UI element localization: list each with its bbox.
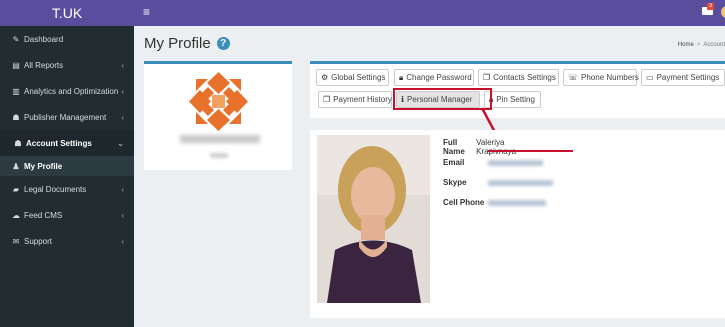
chevron-left-icon: ‹ (121, 112, 124, 122)
sidebar-item-label: All Reports (24, 60, 64, 70)
lock-icon: 🔒︎ (399, 72, 404, 82)
copy-icon: ❐ (483, 73, 491, 82)
cogs-icon: ⚙ (321, 73, 329, 82)
app-logo[interactable]: T.UK (0, 0, 134, 26)
breadcrumb-current: Account (703, 42, 725, 48)
tab-label: Payment Settings (656, 73, 720, 82)
tab-label: Payment History (333, 95, 392, 104)
avatar (186, 69, 251, 134)
chevron-left-icon: ‹ (121, 210, 124, 220)
annotation-underline (488, 150, 573, 152)
skype-label: Skype (443, 178, 467, 187)
sidebar-item-label: Analytics and Optimization (24, 86, 119, 96)
sidebar-item-label: Support (24, 236, 53, 246)
sidebar-item-label: Legal Documents (24, 184, 87, 194)
full-name-label: Full Name (443, 138, 465, 156)
phone-icon: ☏ (568, 73, 579, 82)
sidebar-item-legal-documents[interactable]: ▰ Legal Documents ‹ (0, 176, 134, 202)
chevron-left-icon: ‹ (121, 86, 124, 96)
profile-name-blurred (180, 135, 260, 143)
tab-label: Phone Numbers (581, 73, 639, 82)
card-icon: ▭ (646, 73, 654, 82)
tab-label: Contacts Settings (493, 73, 556, 82)
book-icon: ▰ (12, 184, 20, 194)
chevron-left-icon: ‹ (121, 60, 124, 70)
cloud-icon: ☁ (12, 210, 20, 220)
sidebar-item-publisher-management[interactable]: ☗ Publisher Management ‹ (0, 104, 134, 130)
sidebar-item-analytics[interactable]: ▥ Analytics and Optimization ‹ (0, 78, 134, 104)
breadcrumb-home[interactable]: Home (678, 42, 694, 48)
notification-badge: 3 (707, 3, 714, 10)
full-name-value: Valeriya Krapivnaya (476, 138, 516, 156)
breadcrumb: Home > Account (677, 42, 725, 48)
copy-icon: ❐ (323, 95, 331, 104)
sidebar-item-dashboard[interactable]: ✎ Dashboard (0, 26, 134, 52)
users-icon: ☗ (12, 112, 20, 122)
hamburger-icon[interactable]: ≡ (143, 5, 150, 19)
sidebar-item-label: Publisher Management (24, 112, 107, 122)
sidebar-item-all-reports[interactable]: ▤ All Reports ‹ (0, 52, 134, 78)
dashboard-icon: ✎ (12, 34, 20, 44)
page-title-text: My Profile (144, 35, 211, 52)
email-label: Email (443, 158, 465, 167)
tab-global-settings[interactable]: ⚙ Global Settings (316, 69, 389, 86)
user-icon: ♟ (12, 161, 20, 171)
identicon-avatar (186, 69, 251, 134)
sidebar-item-my-profile[interactable]: ♟ My Profile (0, 156, 134, 176)
email-value-blurred[interactable] (488, 159, 543, 166)
tab-payment-history[interactable]: ❐ Payment History (318, 91, 392, 108)
sidebar-item-label: Account Settings (26, 138, 92, 148)
cell-phone-value-blurred[interactable] (488, 199, 546, 206)
manager-photo (317, 135, 430, 303)
sidebar-item-label: Dashboard (24, 34, 64, 44)
sidebar-item-support[interactable]: ✉ Support ‹ (0, 228, 134, 254)
sidebar-item-feed-cms[interactable]: ☁ Feed CMS ‹ (0, 202, 134, 228)
full-name-row: Full Name Valeriya Krapivnaya (443, 138, 528, 156)
envelope-icon: ✉ (12, 236, 20, 246)
avatar[interactable] (721, 6, 725, 18)
tab-label: Global Settings (331, 73, 386, 82)
tab-contacts-settings[interactable]: ❐ Contacts Settings (478, 69, 559, 86)
profile-card (144, 61, 292, 170)
sidebar-item-account-settings[interactable]: ☗ Account Settings ⌄ (0, 130, 134, 156)
profile-subtitle-blurred (210, 153, 228, 158)
email-row: Email (443, 158, 543, 167)
chevron-left-icon: ‹ (121, 184, 124, 194)
chevron-left-icon: ‹ (121, 236, 124, 246)
cell-phone-row: Cell Phone (443, 198, 546, 207)
top-navbar: ≡ 3 (134, 0, 725, 26)
list-icon: ▤ (12, 60, 20, 70)
chart-icon: ▥ (12, 86, 20, 96)
question-circle-icon[interactable]: ? (216, 37, 230, 50)
cell-phone-label: Cell Phone (443, 198, 485, 207)
manager-photo-image (317, 135, 430, 303)
skype-value-blurred[interactable] (488, 179, 553, 186)
sidebar-item-label: Feed CMS (24, 210, 63, 220)
group-icon: ☗ (14, 138, 22, 148)
chevron-down-icon: ⌄ (117, 138, 124, 148)
sidebar-item-label: My Profile (24, 161, 63, 171)
sidebar: T.UK ✎ Dashboard ▤ All Reports ‹ ▥ Analy… (0, 0, 134, 327)
tab-label: Change Password (406, 73, 472, 82)
personal-manager-panel: Full Name Valeriya Krapivnaya Email Skyp… (310, 130, 725, 318)
page-title: My Profile ? (144, 35, 230, 52)
tab-payment-settings[interactable]: ▭ Payment Settings (641, 69, 725, 86)
tab-phone-numbers[interactable]: ☏ Phone Numbers (563, 69, 639, 86)
skype-row: Skype (443, 178, 553, 187)
tab-label: Pin Setting (496, 95, 535, 104)
tab-change-password[interactable]: 🔒︎ Change Password (394, 69, 474, 86)
